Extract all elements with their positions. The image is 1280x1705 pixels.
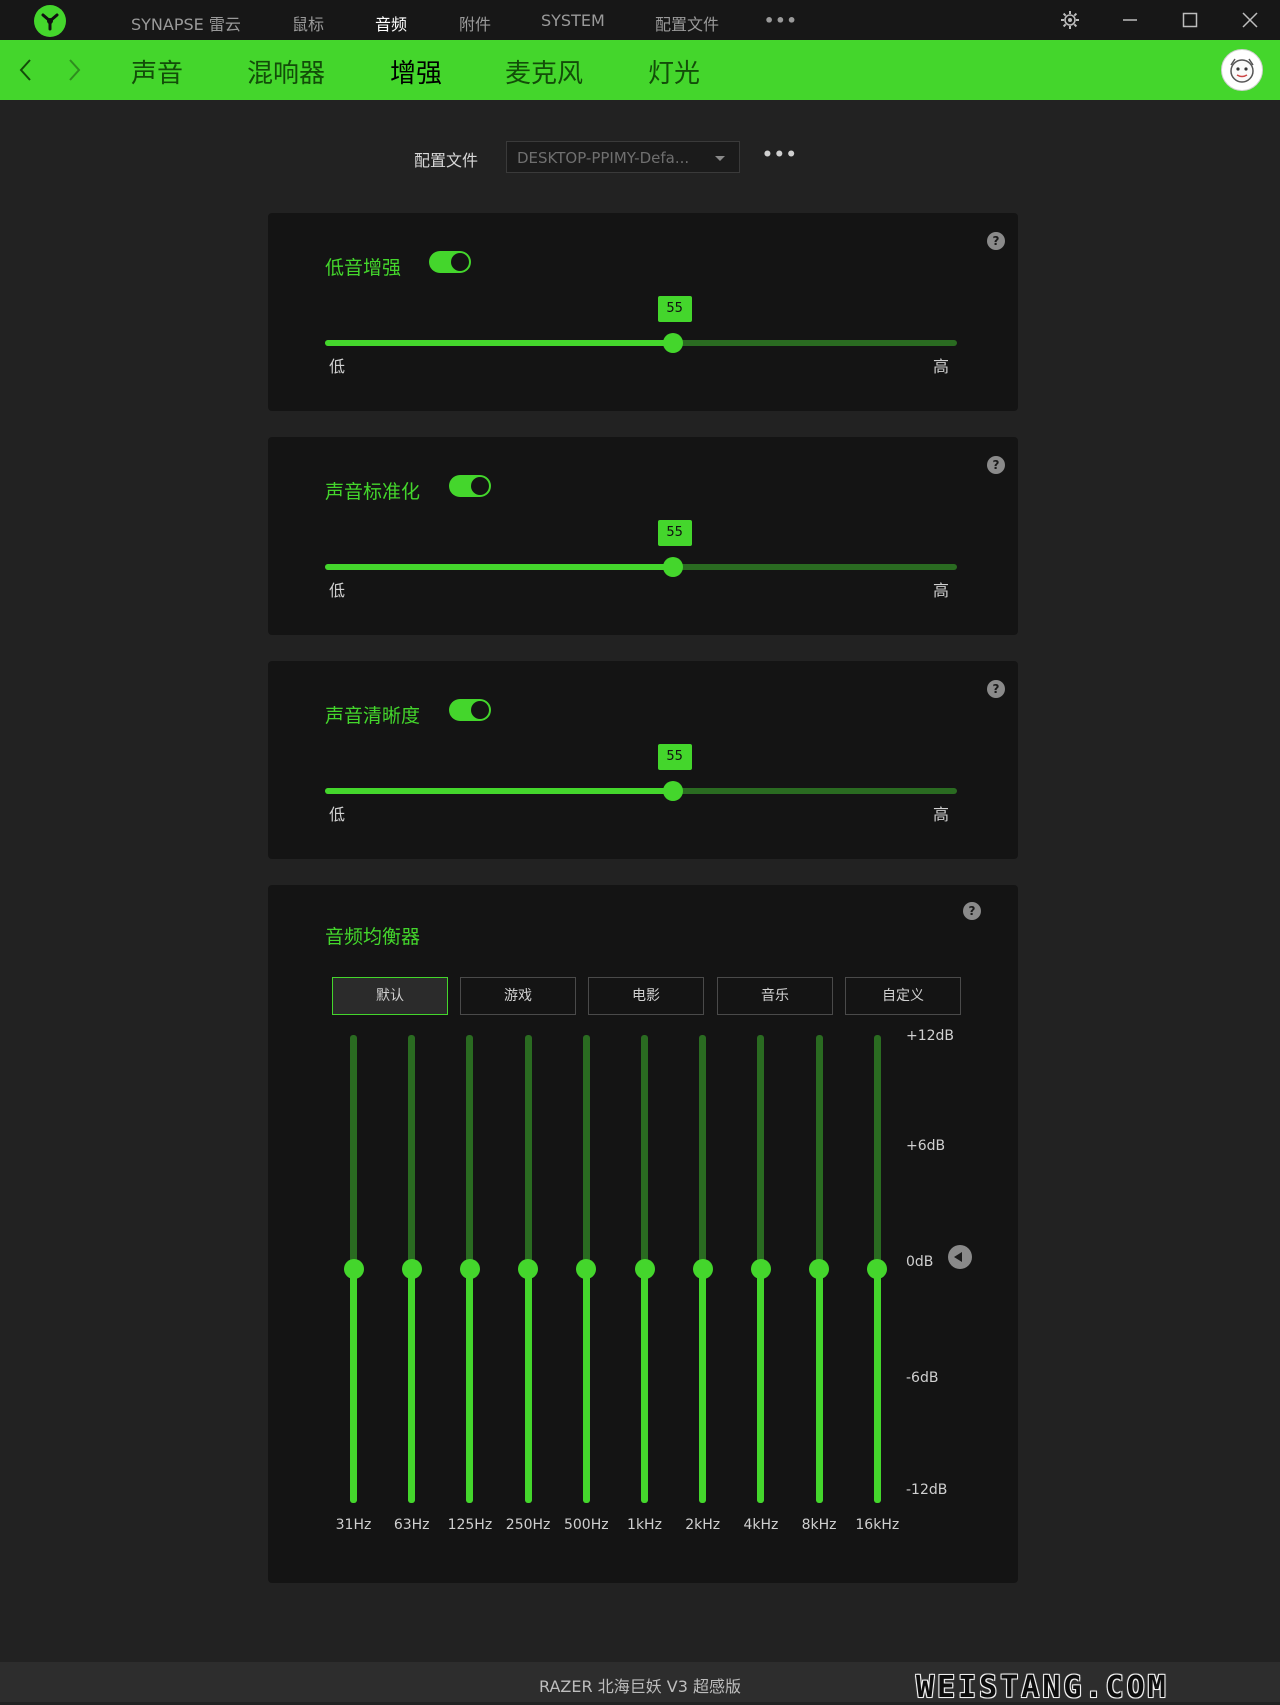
profile-dropdown-value: DESKTOP-PPIMY-Defa... (517, 149, 690, 167)
eq-reset-arrow-icon[interactable] (948, 1245, 972, 1269)
voice-clarity-card: ? 声音清晰度 55 低 高 (268, 661, 1018, 859)
eq-band-fill (641, 1269, 648, 1503)
help-icon[interactable]: ? (987, 680, 1005, 698)
footer-bar: RAZER 北海巨妖 V3 超感版 WEISTANG.COM (0, 1662, 1280, 1705)
more-menu-icon[interactable]: ••• (764, 11, 798, 30)
eq-band-thumb[interactable] (576, 1259, 597, 1279)
topnav-audio[interactable]: 音频 (375, 11, 407, 35)
eq-band-fill (699, 1269, 707, 1503)
eq-band-fill (524, 1269, 532, 1503)
toggle-knob (451, 253, 469, 271)
tab-enhancement[interactable]: 增强 (390, 53, 442, 90)
topnav-synapse[interactable]: SYNAPSE 雷云 (131, 11, 241, 35)
volume-normalization-card: ? 声音标准化 55 低 高 (268, 437, 1018, 635)
profile-dropdown[interactable]: DESKTOP-PPIMY-Defa... (506, 141, 740, 173)
volume-normalization-slider[interactable] (325, 557, 957, 577)
bass-boost-slider[interactable] (325, 333, 957, 353)
tab-mixer[interactable]: 混响器 (247, 53, 325, 90)
eq-band-fill (350, 1269, 357, 1503)
preset-movie-button[interactable]: 电影 (588, 977, 704, 1015)
equalizer-card: ? 音频均衡器 默认 游戏 电影 音乐 自定义 +12dB +6dB 0dB -… (268, 885, 1018, 1583)
eq-band-thumb[interactable] (401, 1259, 422, 1279)
profile-label: 配置文件 (414, 151, 479, 170)
slider-fill (325, 340, 673, 346)
eq-band-thumb[interactable] (692, 1259, 713, 1279)
slider-high-label: 高 (933, 357, 950, 376)
volume-normalization-title: 声音标准化 (325, 481, 421, 503)
eq-band-fill (757, 1269, 765, 1503)
eq-band-fill (873, 1269, 881, 1503)
help-icon[interactable]: ? (963, 902, 981, 920)
tab-lighting[interactable]: 灯光 (648, 53, 700, 90)
forward-arrow-icon[interactable] (66, 58, 82, 86)
preset-music-button[interactable]: 音乐 (717, 977, 833, 1015)
chevron-down-icon (715, 156, 725, 161)
bass-boost-card: ? 低音增强 55 低 高 (268, 213, 1018, 411)
slider-thumb[interactable] (662, 333, 683, 353)
db-label-plus6: +6dB (906, 1138, 946, 1154)
close-icon[interactable] (1239, 9, 1261, 31)
topnav-accessories[interactable]: 附件 (459, 11, 491, 35)
bass-boost-value-bubble: 55 (657, 296, 692, 322)
slider-low-label: 低 (329, 357, 346, 376)
topnav-profiles[interactable]: 配置文件 (655, 11, 719, 35)
eq-band-thumb[interactable] (867, 1259, 888, 1279)
slider-low-label: 低 (329, 581, 346, 600)
eq-band-fill (466, 1269, 474, 1503)
tab-microphone[interactable]: 麦克风 (505, 53, 583, 90)
user-avatar[interactable] (1221, 49, 1263, 91)
db-label-zero: 0dB (906, 1254, 934, 1270)
voice-clarity-slider[interactable] (325, 781, 957, 801)
eq-band-thumb[interactable] (518, 1259, 539, 1279)
preset-custom-button[interactable]: 自定义 (845, 977, 961, 1015)
preset-default-button[interactable]: 默认 (332, 977, 448, 1015)
db-label-minus6: -6dB (906, 1370, 939, 1386)
slider-fill (325, 564, 673, 570)
watermark-text: WEISTANG.COM (916, 1670, 1169, 1705)
eq-band-frequency-label: 16kHz (855, 1517, 900, 1533)
topnav-mouse[interactable]: 鼠标 (292, 11, 324, 35)
volume-normalization-toggle[interactable] (449, 475, 491, 497)
settings-gear-icon[interactable] (1059, 9, 1081, 31)
toggle-knob (471, 701, 489, 719)
title-bar: SYNAPSE 雷云 鼠标 音频 附件 SYSTEM 配置文件 ••• (0, 0, 1280, 41)
tab-sound[interactable]: 声音 (131, 53, 183, 90)
eq-band-thumb[interactable] (459, 1259, 480, 1279)
toggle-knob (471, 477, 489, 495)
razer-logo-icon[interactable] (34, 5, 66, 37)
equalizer-title: 音频均衡器 (325, 926, 421, 948)
topnav-system[interactable]: SYSTEM (541, 11, 605, 30)
eq-band-thumb[interactable] (809, 1259, 830, 1279)
preset-game-button[interactable]: 游戏 (460, 977, 576, 1015)
db-label-plus12: +12dB (906, 1028, 955, 1044)
bass-boost-toggle[interactable] (429, 251, 471, 273)
slider-thumb[interactable] (662, 557, 683, 577)
voice-clarity-toggle[interactable] (449, 699, 491, 721)
eq-band-fill (815, 1269, 823, 1503)
eq-band-fill (582, 1269, 590, 1503)
slider-fill (325, 788, 673, 794)
eq-band-thumb[interactable] (634, 1259, 655, 1279)
eq-band-fill (408, 1269, 416, 1503)
slider-high-label: 高 (933, 581, 950, 600)
slider-low-label: 低 (329, 805, 346, 824)
slider-high-label: 高 (933, 805, 950, 824)
eq-band-thumb[interactable] (343, 1259, 364, 1279)
maximize-icon[interactable] (1179, 9, 1201, 31)
slider-thumb[interactable] (662, 781, 683, 801)
voice-clarity-title: 声音清晰度 (325, 705, 421, 727)
help-icon[interactable]: ? (987, 232, 1005, 250)
db-label-minus12: -12dB (906, 1482, 948, 1498)
profile-more-icon[interactable]: ••• (762, 145, 798, 165)
bass-boost-title: 低音增强 (325, 257, 402, 279)
eq-band-thumb[interactable] (750, 1259, 771, 1279)
sub-navigation: 声音 混响器 增强 麦克风 灯光 (0, 40, 1280, 100)
help-icon[interactable]: ? (987, 456, 1005, 474)
minimize-icon[interactable] (1119, 9, 1141, 31)
voice-clarity-value-bubble: 55 (657, 744, 692, 770)
volume-normalization-value-bubble: 55 (657, 520, 692, 546)
back-arrow-icon[interactable] (18, 58, 34, 86)
